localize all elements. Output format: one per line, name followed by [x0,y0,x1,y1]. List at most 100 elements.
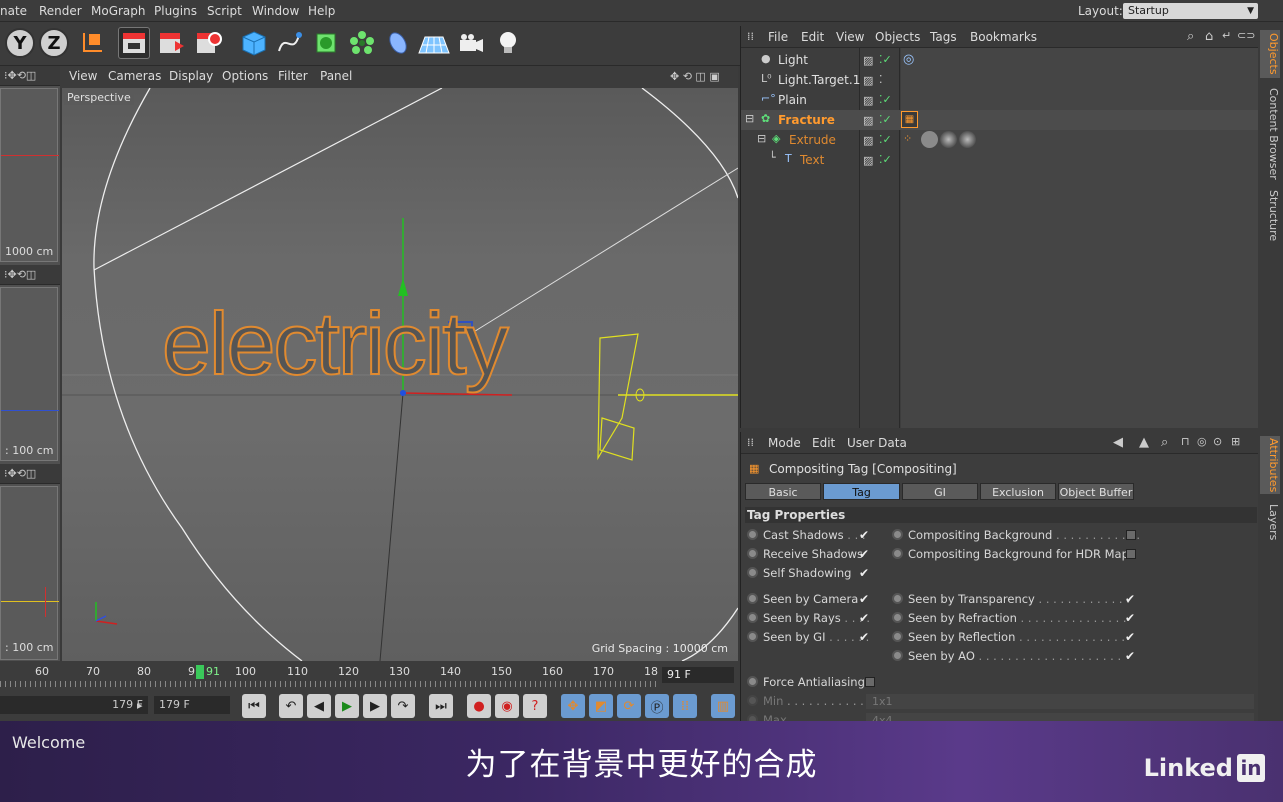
record-position-button[interactable]: ✥ [561,694,585,718]
object-row-plain[interactable]: ⌐° Plain ▨ ⁚✓ [741,90,1259,110]
viewport-menu-cameras[interactable]: Cameras [108,69,161,83]
preview-start-field[interactable]: 179 F [0,696,148,714]
go-to-start-button[interactable]: ⏮ [242,694,266,718]
visibility-check-icon[interactable]: ⁚✓ [879,53,892,66]
prop-seen-by-camera[interactable]: Seen by Camera [747,590,858,608]
objects-menu-view[interactable]: View [836,30,864,44]
lock-icon[interactable]: ⊓ [1181,435,1190,448]
animate-radio[interactable] [892,593,903,604]
play-button[interactable]: ▶ [335,694,359,718]
visibility-check-icon[interactable]: ⁚✓ [879,113,892,126]
tab-basic[interactable]: Basic [745,483,821,500]
object-row-fracture[interactable]: ⊟ ✿ Fracture ▨ ⁚✓ ▦ [741,110,1259,130]
layer-toggle-icon[interactable]: ▨ [863,114,873,127]
visibility-check-icon[interactable]: ⁚✓ [879,153,892,166]
object-row-text[interactable]: └ T Text ▨ ⁚✓ [741,150,1259,170]
coordinate-system-button[interactable] [76,27,108,59]
search-icon[interactable]: ⌕ [1187,29,1194,44]
viewport-menu-view[interactable]: View [69,69,97,83]
animate-radio[interactable] [892,650,903,661]
seen-by-refraction-checkbox[interactable]: ✔ [1125,611,1135,625]
layout-dropdown[interactable]: Startup ▼ [1123,3,1258,19]
compositing-tag-icon[interactable]: ▦ [901,111,918,128]
panel-grip-icon[interactable]: ⁞⁞ [747,436,754,449]
search-icon[interactable]: ⌕ [1161,435,1168,450]
prop-receive-shadows[interactable]: Receive Shadows [747,545,863,563]
menu-script[interactable]: Script [207,4,242,18]
tab-structure[interactable]: Structure [1260,186,1280,246]
layer-toggle-icon[interactable]: ▨ [863,94,873,107]
field-arrow-icon[interactable]: ▸ [137,699,143,712]
tab-layers[interactable]: Layers [1260,500,1280,544]
objects-menu-bookmarks[interactable]: Bookmarks [970,30,1037,44]
max-samples-dropdown[interactable]: 4x4 [866,713,1254,721]
top-view[interactable]: 1000 cm [0,88,59,262]
tab-objects[interactable]: Objects [1260,30,1280,78]
autokey-button[interactable]: ◉ [495,694,519,718]
link-icon[interactable]: ⊂⊃ [1237,29,1255,42]
render-settings-button[interactable] [192,27,224,59]
selection-tag-icon[interactable]: ⁘ [903,132,912,145]
menu-window[interactable]: Window [252,4,299,18]
tab-exclusion[interactable]: Exclusion [980,483,1056,500]
record-parameter-button[interactable]: Ⓟ [645,694,669,718]
up-arrow-icon[interactable]: ▲ [1139,435,1149,450]
right-view[interactable]: : 100 cm [0,287,59,461]
animate-radio[interactable] [747,612,758,623]
tab-object-buffer[interactable]: Object Buffer [1058,483,1134,500]
z-axis-lock-button[interactable]: Z [39,28,69,58]
animate-radio[interactable] [747,593,758,604]
object-row-light-target[interactable]: L⁰ Light.Target.1 ▨ ⁚ [741,70,1259,90]
animate-radio[interactable] [892,631,903,642]
layer-toggle-icon[interactable]: ▨ [863,74,873,87]
prop-seen-by-ao[interactable]: Seen by AO . . . . . . . . . . . . . . .… [892,647,1121,665]
collapse-icon[interactable]: ⊟ [745,112,754,125]
playhead-marker[interactable] [196,665,204,679]
panel-grip-icon[interactable]: ⁞⁞ [747,30,754,43]
new-panel-icon[interactable]: ⊞ [1231,435,1240,448]
force-antialiasing-checkbox[interactable] [865,677,875,687]
menu-mograph[interactable]: MoGraph [91,4,146,18]
menu-plugins[interactable]: Plugins [154,4,197,18]
prop-seen-by-reflection[interactable]: Seen by Reflection . . . . . . . . . . .… [892,628,1125,646]
visibility-dots-icon[interactable]: ⁚ [879,73,883,86]
record-rotation-button[interactable]: ⟳ [617,694,641,718]
prop-seen-by-rays[interactable]: Seen by Rays . . . . [747,609,870,627]
subdivision-surface-button[interactable] [310,27,342,59]
go-to-end-button[interactable]: ⏭ [429,694,453,718]
home-icon[interactable]: ⌂ [1205,29,1213,44]
min-samples-dropdown[interactable]: 1x1 [866,694,1254,709]
extruded-text-object[interactable]: electricity [161,299,510,389]
menu-create[interactable]: nate [0,4,27,18]
seen-by-gi-checkbox[interactable]: ✔ [859,630,869,644]
viewport-menu-filter[interactable]: Filter [278,69,308,83]
camera-button[interactable] [455,27,487,59]
viewport-menu-panel[interactable]: Panel [320,69,352,83]
compositing-background-checkbox[interactable] [1126,530,1136,540]
animate-radio[interactable] [747,676,758,687]
compositing-background-hdr-checkbox[interactable] [1126,549,1136,559]
menu-help[interactable]: Help [308,4,335,18]
prop-self-shadowing[interactable]: Self Shadowing [747,564,851,582]
viewport-menu-display[interactable]: Display [169,69,213,83]
seen-by-transparency-checkbox[interactable]: ✔ [1125,592,1135,606]
animate-radio[interactable] [892,548,903,559]
prop-compositing-background[interactable]: Compositing Background . . . . . . . . .… [892,526,1140,544]
next-frame-button[interactable]: ▶ [363,694,387,718]
light-button[interactable] [492,27,524,59]
visibility-check-icon[interactable]: ⁚✓ [879,133,892,146]
cast-shadows-checkbox[interactable]: ✔ [859,528,869,542]
y-axis-lock-button[interactable]: Y [5,28,35,58]
animate-radio[interactable] [747,529,758,540]
attributes-menu-user-data[interactable]: User Data [847,436,907,450]
material-tag-icon[interactable] [959,131,976,148]
record-button[interactable]: ● [467,694,491,718]
render-picture-viewer-button[interactable] [155,27,187,59]
tab-attributes[interactable]: Attributes [1260,436,1280,494]
previous-key-button[interactable]: ↶ [279,694,303,718]
record-point-level-button[interactable]: ⁞⁞ [673,694,697,718]
tab-content-browser[interactable]: Content Browser [1260,84,1280,184]
seen-by-reflection-checkbox[interactable]: ✔ [1125,630,1135,644]
viewport-nav-icons[interactable]: ✥ ⟲ ◫ ▣ [670,70,720,83]
prop-seen-by-gi[interactable]: Seen by GI . . . . . . [747,628,869,646]
